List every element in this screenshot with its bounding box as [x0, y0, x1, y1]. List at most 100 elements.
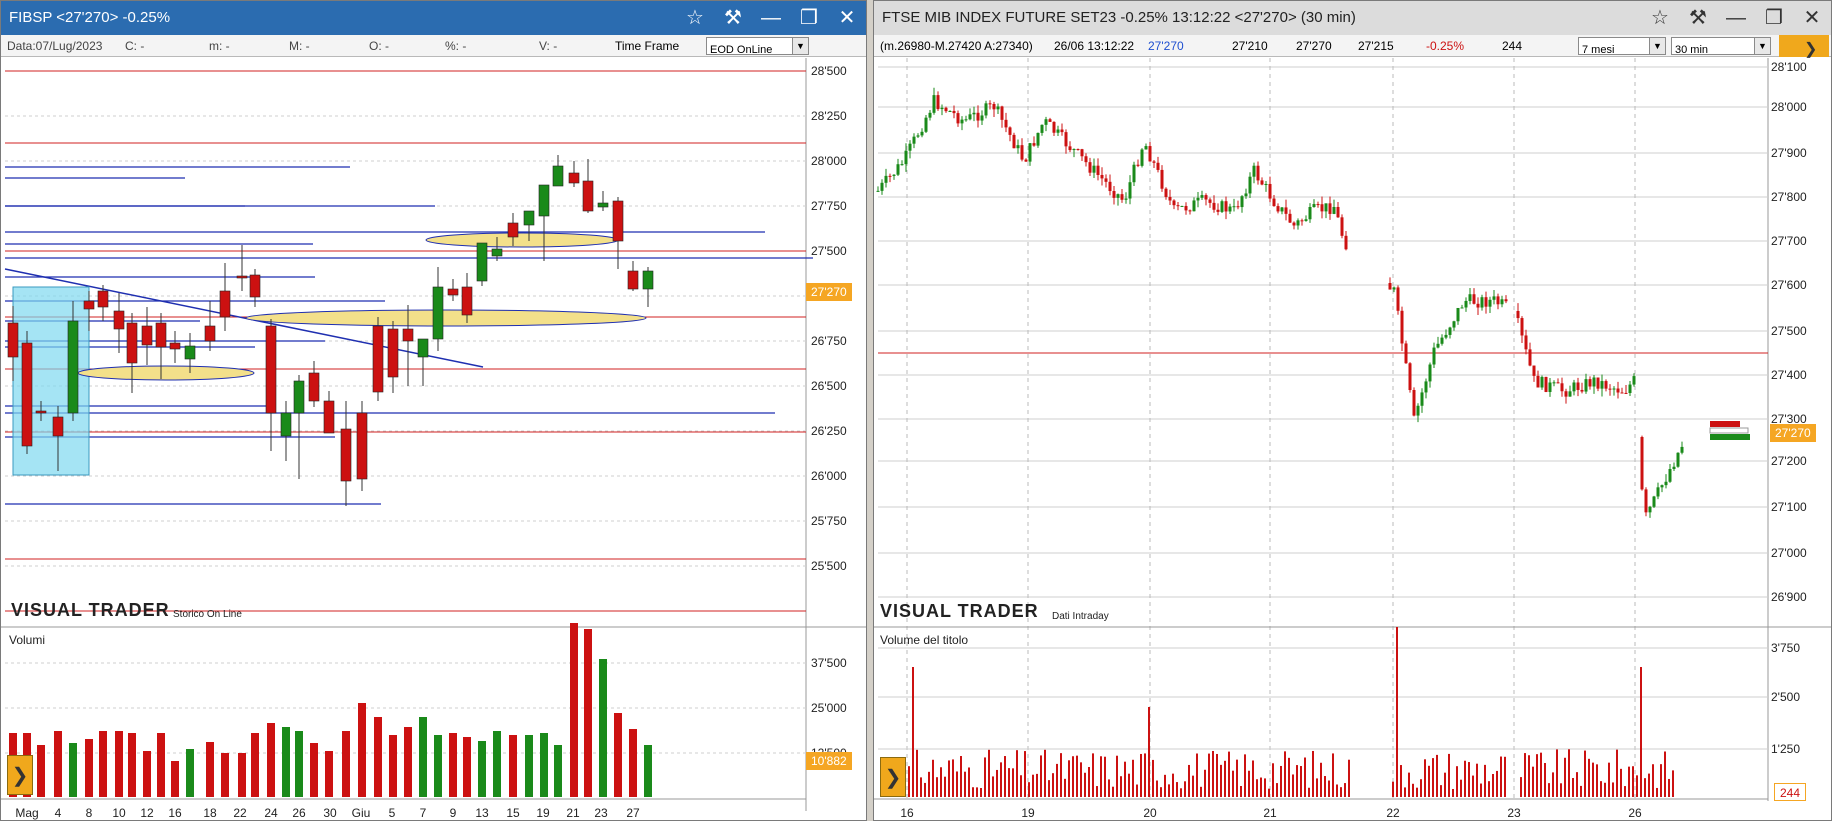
candle[interactable]	[876, 190, 880, 192]
candle[interactable]	[265, 325, 277, 414]
candle[interactable]	[984, 103, 988, 116]
candle[interactable]	[236, 275, 248, 279]
candle[interactable]	[1260, 180, 1264, 185]
candle[interactable]	[1244, 193, 1248, 197]
candle[interactable]	[1176, 205, 1180, 207]
candle[interactable]	[1004, 119, 1008, 128]
candle[interactable]	[896, 164, 900, 175]
candle[interactable]	[1536, 375, 1540, 388]
candle[interactable]	[1488, 299, 1492, 307]
candle[interactable]	[1108, 181, 1112, 192]
candle[interactable]	[1116, 194, 1120, 198]
candle[interactable]	[1068, 146, 1072, 151]
candle[interactable]	[1548, 382, 1552, 392]
candle[interactable]	[1600, 381, 1604, 389]
candle[interactable]	[1420, 392, 1424, 406]
candle[interactable]	[1144, 146, 1148, 150]
candle[interactable]	[1304, 219, 1308, 221]
candle[interactable]	[1184, 205, 1188, 211]
candle[interactable]	[21, 342, 33, 447]
candle[interactable]	[1408, 363, 1412, 391]
candle[interactable]	[1160, 169, 1164, 189]
candle[interactable]	[1444, 334, 1448, 338]
candle[interactable]	[1236, 206, 1240, 208]
candle[interactable]	[1028, 143, 1032, 162]
candle[interactable]	[1520, 318, 1524, 336]
scroll-right-button[interactable]: ❯	[7, 755, 33, 795]
candle[interactable]	[1100, 174, 1104, 179]
candle[interactable]	[1648, 506, 1652, 513]
candle[interactable]	[1320, 204, 1324, 212]
candle[interactable]	[356, 412, 368, 480]
candle[interactable]	[1088, 162, 1092, 173]
candle[interactable]	[491, 248, 503, 257]
candle[interactable]	[1020, 145, 1024, 160]
candle[interactable]	[880, 182, 884, 191]
candle[interactable]	[219, 290, 231, 318]
candle[interactable]	[1332, 206, 1336, 214]
candle[interactable]	[980, 115, 984, 121]
candle[interactable]	[1000, 106, 1004, 120]
candle[interactable]	[1532, 365, 1536, 376]
candle[interactable]	[155, 322, 167, 348]
candle[interactable]	[1672, 466, 1676, 470]
candle[interactable]	[988, 103, 992, 105]
candle[interactable]	[1468, 294, 1472, 301]
candle[interactable]	[35, 410, 47, 414]
candle[interactable]	[1064, 132, 1068, 147]
candle[interactable]	[1044, 119, 1048, 125]
candle[interactable]	[552, 165, 564, 187]
candle[interactable]	[1124, 198, 1128, 200]
candle[interactable]	[1628, 384, 1632, 394]
candle[interactable]	[1504, 299, 1508, 302]
candle[interactable]	[1296, 220, 1300, 226]
candle[interactable]	[1148, 146, 1152, 162]
candle[interactable]	[1396, 287, 1400, 311]
candle[interactable]	[1008, 127, 1012, 135]
candle[interactable]	[1524, 335, 1528, 350]
candle[interactable]	[83, 300, 95, 310]
candle[interactable]	[1080, 149, 1084, 157]
candle[interactable]	[597, 202, 609, 208]
candle[interactable]	[1560, 383, 1564, 392]
candle[interactable]	[402, 328, 414, 342]
candle[interactable]	[948, 110, 952, 112]
candle[interactable]	[1416, 405, 1420, 416]
candle[interactable]	[1572, 382, 1576, 392]
candle[interactable]	[1404, 343, 1408, 364]
candle[interactable]	[1428, 364, 1432, 382]
candle[interactable]	[1432, 347, 1436, 365]
candle[interactable]	[568, 172, 580, 184]
candle[interactable]	[1596, 377, 1600, 389]
candle[interactable]	[1112, 191, 1116, 198]
candle[interactable]	[432, 286, 444, 340]
candle[interactable]	[1472, 294, 1476, 304]
candle[interactable]	[308, 372, 320, 402]
candle[interactable]	[1136, 164, 1140, 166]
candle[interactable]	[944, 107, 948, 112]
candle[interactable]	[1200, 195, 1204, 198]
candle[interactable]	[976, 112, 980, 121]
candle[interactable]	[996, 106, 1000, 110]
candle[interactable]	[1412, 390, 1416, 416]
candle[interactable]	[1104, 178, 1108, 182]
candle[interactable]	[960, 119, 964, 124]
candle[interactable]	[447, 288, 459, 296]
candle[interactable]	[7, 322, 19, 358]
candle[interactable]	[1464, 300, 1468, 308]
candle[interactable]	[992, 104, 996, 110]
candle[interactable]	[1492, 296, 1496, 300]
candle[interactable]	[1452, 321, 1456, 328]
candle[interactable]	[1328, 203, 1332, 214]
candle[interactable]	[169, 342, 181, 350]
candle[interactable]	[1180, 205, 1184, 207]
candle[interactable]	[1544, 376, 1548, 392]
candle[interactable]	[1588, 379, 1592, 387]
candle[interactable]	[1660, 485, 1664, 488]
candle[interactable]	[932, 95, 936, 113]
candle[interactable]	[1268, 183, 1272, 199]
candle[interactable]	[1456, 307, 1460, 322]
candle[interactable]	[892, 174, 896, 176]
fibsp-price-chart[interactable]: 28'50028'25028'00027'75027'50027'00026'7…	[1, 1, 867, 821]
candle[interactable]	[538, 184, 550, 217]
